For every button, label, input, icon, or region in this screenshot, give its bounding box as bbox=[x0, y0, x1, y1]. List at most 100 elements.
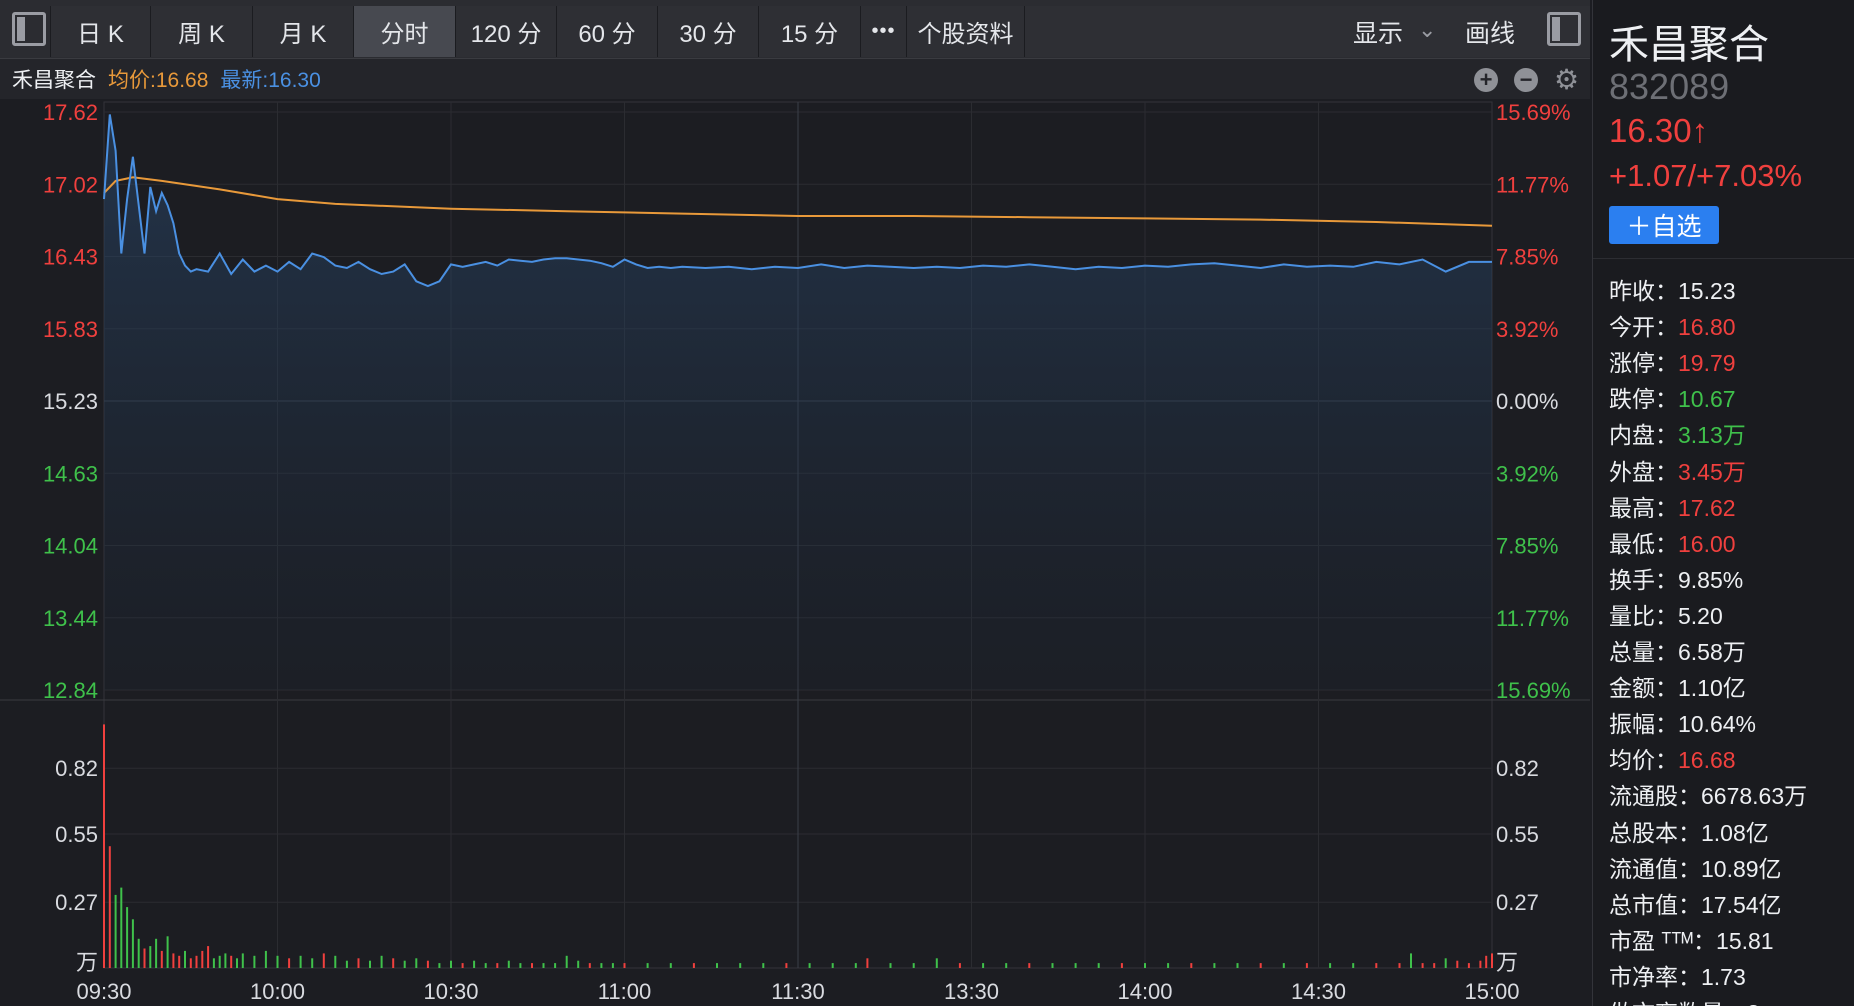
tab-period-5[interactable]: 60 分 bbox=[556, 6, 657, 57]
stat-row: 总量：6.58万 bbox=[1609, 633, 1746, 667]
stat-row: 流通股：6678.63万 bbox=[1609, 777, 1807, 811]
right-panel-toggle-icon[interactable] bbox=[1547, 12, 1581, 46]
volume-tick-label-right: 0.27 bbox=[1496, 890, 1539, 915]
time-tick-label: 14:00 bbox=[1117, 979, 1172, 1004]
volume-bar bbox=[230, 955, 233, 968]
volume-bar bbox=[542, 963, 545, 968]
stat-label: 金额： bbox=[1609, 675, 1678, 702]
volume-bar bbox=[114, 894, 117, 968]
tab-period-0[interactable]: 日 K bbox=[50, 6, 150, 57]
percent-tick-label: 7.85% bbox=[1496, 245, 1558, 270]
tab-period-1[interactable]: 周 K bbox=[150, 6, 252, 57]
avg-price-label: 均价:16.68 bbox=[108, 69, 209, 92]
stat-label: 市净率： bbox=[1609, 963, 1701, 990]
more-periods-button[interactable]: ••• bbox=[860, 6, 906, 57]
tab-period-4[interactable]: 120 分 bbox=[455, 6, 556, 57]
time-tick-label: 13:30 bbox=[944, 979, 999, 1004]
tab-period-2[interactable]: 月 K bbox=[252, 6, 353, 57]
volume-bar bbox=[143, 948, 146, 968]
percent-tick-label: 0.00% bbox=[1496, 389, 1558, 414]
percent-tick-label: 11.77% bbox=[1496, 606, 1569, 631]
volume-bar bbox=[577, 960, 580, 968]
stat-label: 总市值： bbox=[1609, 891, 1701, 918]
percent-tick-label: 15.69% bbox=[1496, 678, 1571, 703]
price-tick-label: 12.84 bbox=[43, 678, 98, 703]
time-axis: 09:30 10:00 10:30 11:00 11:30 13:30 14:00 14:30… bbox=[76, 979, 1519, 1004]
stat-value: 1.08亿 bbox=[1701, 819, 1769, 846]
volume-bar bbox=[496, 963, 499, 968]
volume-bar bbox=[716, 963, 718, 968]
stat-value: 6678.63万 bbox=[1701, 783, 1808, 810]
volume-bar bbox=[866, 958, 869, 968]
tab-period-6[interactable]: 30 分 bbox=[657, 6, 758, 57]
gear-icon[interactable]: ⚙ bbox=[1554, 63, 1579, 96]
stat-row: 总股本：1.08亿 bbox=[1609, 814, 1769, 848]
stat-label: 振幅： bbox=[1609, 711, 1678, 738]
volume-bar bbox=[212, 958, 215, 968]
stat-row: 涨停：19.79 bbox=[1609, 344, 1736, 378]
price-tick-label: 14.04 bbox=[43, 534, 98, 559]
price-tick-label: 17.62 bbox=[43, 100, 98, 125]
volume-bar bbox=[935, 958, 938, 968]
stat-label: 最低： bbox=[1609, 530, 1678, 557]
volume-bar bbox=[808, 963, 811, 968]
stat-value: 16.68 bbox=[1678, 747, 1736, 774]
volume-bar bbox=[1282, 963, 1285, 968]
zoom-out-icon[interactable]: − bbox=[1514, 68, 1538, 92]
add-to-watchlist-button[interactable]: ＋自选 bbox=[1609, 206, 1719, 244]
volume-bar bbox=[1167, 963, 1170, 968]
stat-label: 昨收： bbox=[1609, 278, 1678, 304]
stat-label: 流通值： bbox=[1609, 855, 1701, 882]
volume-bar bbox=[137, 938, 140, 968]
display-dropdown[interactable]: 显示 ⌄ bbox=[1353, 14, 1436, 50]
left-panel-toggle-icon[interactable] bbox=[12, 12, 46, 46]
volume-bar bbox=[739, 963, 742, 968]
volume-bar bbox=[1485, 955, 1488, 968]
volume-bar bbox=[311, 958, 314, 968]
price-tick-label: 15.23 bbox=[43, 389, 98, 414]
stat-value: 17.54亿 bbox=[1701, 891, 1782, 918]
volume-bar bbox=[403, 960, 406, 968]
volume-bar bbox=[1421, 963, 1424, 968]
volume-bar bbox=[1259, 963, 1262, 968]
stat-row: 今开：16.80 bbox=[1609, 308, 1736, 342]
stat-value: 9.85% bbox=[1678, 566, 1744, 593]
intraday-chart[interactable]: 17.62 17.02 16.43 15.83 15.23 14.63 14.04 13.44… bbox=[0, 99, 1590, 1006]
price-tick-label: 17.02 bbox=[43, 172, 98, 197]
volume-bar bbox=[288, 958, 291, 968]
stat-label: 做市商数量： bbox=[1609, 1000, 1747, 1006]
stat-label: 今开： bbox=[1609, 314, 1678, 341]
last-price-label: 最新:16.30 bbox=[220, 69, 321, 92]
stat-label: 均价： bbox=[1609, 747, 1678, 774]
stat-value: 1.10亿 bbox=[1678, 675, 1746, 702]
price-tick-label: 14.63 bbox=[43, 461, 98, 486]
volume-bar bbox=[126, 907, 129, 968]
volume-bar bbox=[357, 958, 360, 968]
volume-bar bbox=[264, 950, 267, 968]
stat-value: 3.45万 bbox=[1678, 458, 1746, 485]
volume-bar bbox=[1074, 963, 1077, 968]
panel-divider bbox=[1593, 258, 1854, 259]
volume-tick-label-right: 0.55 bbox=[1496, 822, 1539, 847]
time-tick-label: 10:30 bbox=[423, 979, 478, 1004]
zoom-in-icon[interactable]: + bbox=[1474, 68, 1498, 92]
volume-bar bbox=[507, 960, 510, 968]
volume-bar bbox=[241, 953, 244, 968]
volume-bar bbox=[1005, 963, 1008, 968]
volume-bar bbox=[692, 963, 695, 968]
volume-bar bbox=[519, 963, 522, 968]
time-tick-label: 11:30 bbox=[771, 979, 824, 1004]
stat-value: 15.23 bbox=[1678, 278, 1736, 304]
volume-bar bbox=[276, 955, 279, 968]
stat-label: 换手： bbox=[1609, 566, 1678, 593]
stock-info-tab[interactable]: 个股资料 bbox=[906, 6, 1024, 57]
stat-row: 市盈 ᵀᵀᴹ：15.81 bbox=[1609, 922, 1774, 956]
volume-bar bbox=[1028, 963, 1031, 968]
tab-period-3[interactable]: 分时 bbox=[353, 6, 455, 57]
stat-label: 总量： bbox=[1609, 639, 1678, 665]
tab-period-7[interactable]: 15 分 bbox=[758, 6, 860, 57]
draw-line-button[interactable]: 画线 bbox=[1465, 14, 1515, 50]
stat-label: 内盘： bbox=[1609, 422, 1678, 449]
volume-bar bbox=[623, 963, 626, 968]
stat-row: 换手：9.85% bbox=[1609, 561, 1743, 595]
